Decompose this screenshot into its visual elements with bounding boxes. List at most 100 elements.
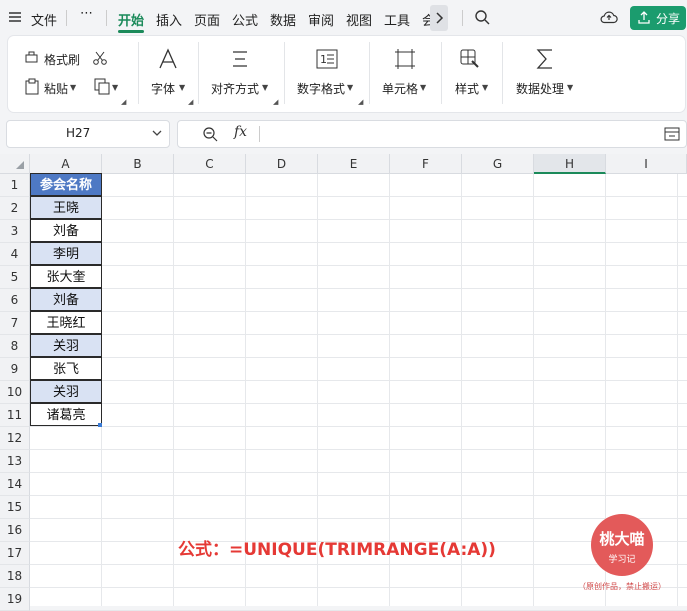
row-header-12[interactable]: 12 xyxy=(0,427,30,450)
active-tab-indicator xyxy=(118,30,144,33)
grid-line xyxy=(30,357,687,358)
column-header-i[interactable]: I xyxy=(606,154,687,174)
column-header-c[interactable]: C xyxy=(174,154,246,174)
chevron-down-icon[interactable]: ▼ xyxy=(70,83,76,92)
chevron-down-icon[interactable]: ▼ xyxy=(347,83,353,92)
row-header-8[interactable]: 8 xyxy=(0,335,30,358)
row-header-9[interactable]: 9 xyxy=(0,358,30,381)
table-cell[interactable]: 张大奎 xyxy=(30,265,102,288)
tab-page[interactable]: 页面 xyxy=(194,10,220,29)
copy-icon[interactable] xyxy=(94,78,110,99)
column-header-f[interactable]: F xyxy=(390,154,462,174)
cloud-upload-icon[interactable] xyxy=(600,9,618,29)
divider xyxy=(106,10,107,26)
row-header-3[interactable]: 3 xyxy=(0,220,30,243)
format-painter-button[interactable]: 格式刷 xyxy=(44,51,80,68)
column-header-h[interactable]: H xyxy=(534,154,606,174)
row-header-16[interactable]: 16 xyxy=(0,519,30,542)
sum-icon xyxy=(535,48,555,74)
select-all-corner[interactable] xyxy=(0,154,30,174)
grid-line xyxy=(30,518,687,519)
font-button[interactable]: 字体 xyxy=(151,80,175,97)
dialog-launcher-icon[interactable]: ◢ xyxy=(273,98,278,106)
table-cell[interactable]: 王晓红 xyxy=(30,311,102,334)
search-icon[interactable] xyxy=(474,9,490,29)
tab-insert[interactable]: 插入 xyxy=(156,10,182,29)
row-header-7[interactable]: 7 xyxy=(0,312,30,335)
tab-review[interactable]: 审阅 xyxy=(308,10,334,29)
table-cell[interactable]: 刘备 xyxy=(30,288,102,311)
chevron-down-icon[interactable] xyxy=(151,125,163,144)
tab-tools[interactable]: 工具 xyxy=(384,10,410,29)
chevron-down-icon[interactable]: ▼ xyxy=(567,83,573,92)
row-header-15[interactable]: 15 xyxy=(0,496,30,519)
row-header-18[interactable]: 18 xyxy=(0,565,30,588)
zoom-search-icon[interactable] xyxy=(202,126,218,146)
row-header-19[interactable]: 19 xyxy=(0,588,30,611)
row-header-2[interactable]: 2 xyxy=(0,197,30,220)
expand-formula-icon[interactable] xyxy=(664,126,680,146)
row-header-14[interactable]: 14 xyxy=(0,473,30,496)
column-header-e[interactable]: E xyxy=(318,154,390,174)
cell-icon xyxy=(395,49,415,73)
table-cell[interactable]: 关羽 xyxy=(30,380,102,403)
dialog-launcher-icon[interactable]: ◢ xyxy=(188,98,193,106)
tab-data[interactable]: 数据 xyxy=(270,10,296,29)
table-cell[interactable]: 李明 xyxy=(30,242,102,265)
tabs-scroll-right-button[interactable] xyxy=(430,5,448,31)
column-header-d[interactable]: D xyxy=(246,154,318,174)
style-button[interactable]: 样式 xyxy=(455,80,479,97)
tab-member[interactable]: 会 xyxy=(422,10,430,29)
column-header-b[interactable]: B xyxy=(102,154,174,174)
chevron-down-icon[interactable]: ▼ xyxy=(482,83,488,92)
chevron-down-icon[interactable]: ▼ xyxy=(420,83,426,92)
cell-button[interactable]: 单元格 xyxy=(382,80,418,97)
menu-icon[interactable] xyxy=(8,9,22,23)
row-header-1[interactable]: 1 xyxy=(0,174,30,197)
row-header-6[interactable]: 6 xyxy=(0,289,30,312)
ribbon-divider xyxy=(138,42,139,104)
tab-view[interactable]: 视图 xyxy=(346,10,372,29)
svg-text:1: 1 xyxy=(320,53,327,66)
share-button[interactable]: 分享 xyxy=(630,6,686,30)
ribbon-toolbar: 格式刷 粘贴 ▼ ▼ 字体 ▼ 对齐方式 ▼ 1 数字格式 ▼ 单元格 ▼ 样式… xyxy=(8,36,685,112)
row-header-10[interactable]: 10 xyxy=(0,381,30,404)
chevron-down-icon[interactable]: ▼ xyxy=(112,83,118,92)
divider xyxy=(462,10,463,26)
column-header-a[interactable]: A xyxy=(30,154,102,174)
fill-handle[interactable] xyxy=(98,423,102,427)
grid-line xyxy=(30,242,687,243)
row-header-17[interactable]: 17 xyxy=(0,542,30,565)
table-cell[interactable]: 诸葛亮 xyxy=(30,403,102,426)
formula-input[interactable] xyxy=(268,125,648,143)
number-format-button[interactable]: 数字格式 xyxy=(297,80,345,97)
table-cell[interactable]: 关羽 xyxy=(30,334,102,357)
table-cell[interactable]: 张飞 xyxy=(30,357,102,380)
name-box-value: H27 xyxy=(66,126,91,140)
tab-formula[interactable]: 公式 xyxy=(232,10,258,29)
chevron-down-icon[interactable]: ▼ xyxy=(179,83,185,92)
alignment-button[interactable]: 对齐方式 xyxy=(211,80,259,97)
menu-file[interactable]: 文件 xyxy=(31,10,57,29)
paste-button[interactable]: 粘贴 xyxy=(44,80,68,97)
row-header-4[interactable]: 4 xyxy=(0,243,30,266)
insert-function-button[interactable]: fx xyxy=(234,124,247,140)
dialog-launcher-icon[interactable]: ◢ xyxy=(121,98,126,106)
data-processing-button[interactable]: 数据处理 xyxy=(516,80,564,97)
row-header-13[interactable]: 13 xyxy=(0,450,30,473)
row-header-5[interactable]: 5 xyxy=(0,266,30,289)
ribbon-divider xyxy=(441,42,442,104)
table-cell[interactable]: 王晓 xyxy=(30,196,102,219)
row-header-11[interactable]: 11 xyxy=(0,404,30,427)
table-header-cell[interactable]: 参会名称 xyxy=(30,173,102,196)
formula-caption: 公式：=UNIQUE(TRIMRANGE(A:A)) xyxy=(178,540,496,560)
chevron-down-icon[interactable]: ▼ xyxy=(262,83,268,92)
ribbon-divider xyxy=(369,42,370,104)
tab-home[interactable]: 开始 xyxy=(118,10,144,29)
column-header-g[interactable]: G xyxy=(462,154,534,174)
dialog-launcher-icon[interactable]: ◢ xyxy=(358,98,363,106)
table-cell[interactable]: 刘备 xyxy=(30,219,102,242)
cut-icon[interactable] xyxy=(92,50,108,70)
name-box[interactable]: H27 xyxy=(6,120,170,148)
menu-more[interactable]: ⋯ xyxy=(80,6,93,21)
